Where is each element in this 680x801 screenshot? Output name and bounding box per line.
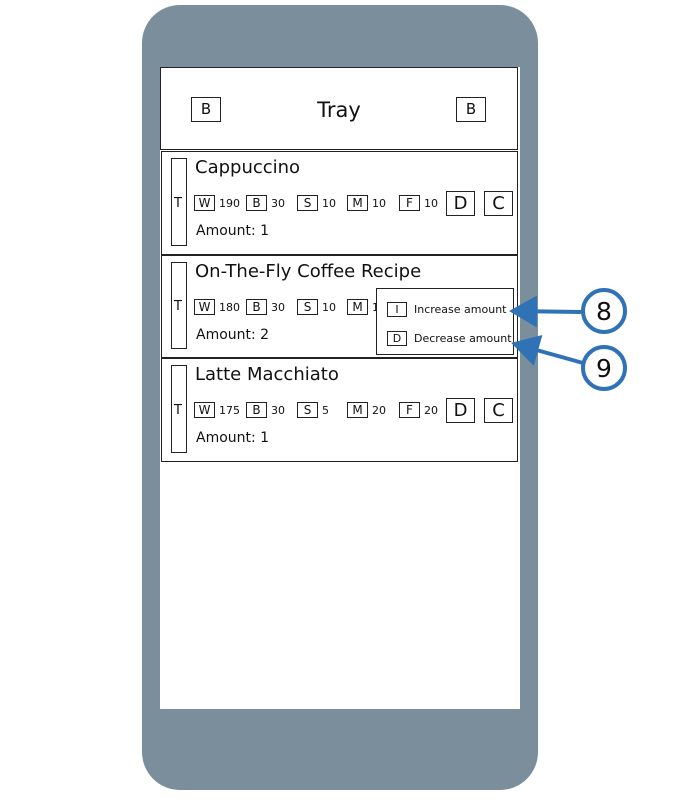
callout-arrows [509,295,584,366]
callout-arrow [509,295,582,328]
callout-arrow [511,335,584,366]
callout-9: 9 [581,345,627,391]
callout-8: 8 [581,288,627,334]
